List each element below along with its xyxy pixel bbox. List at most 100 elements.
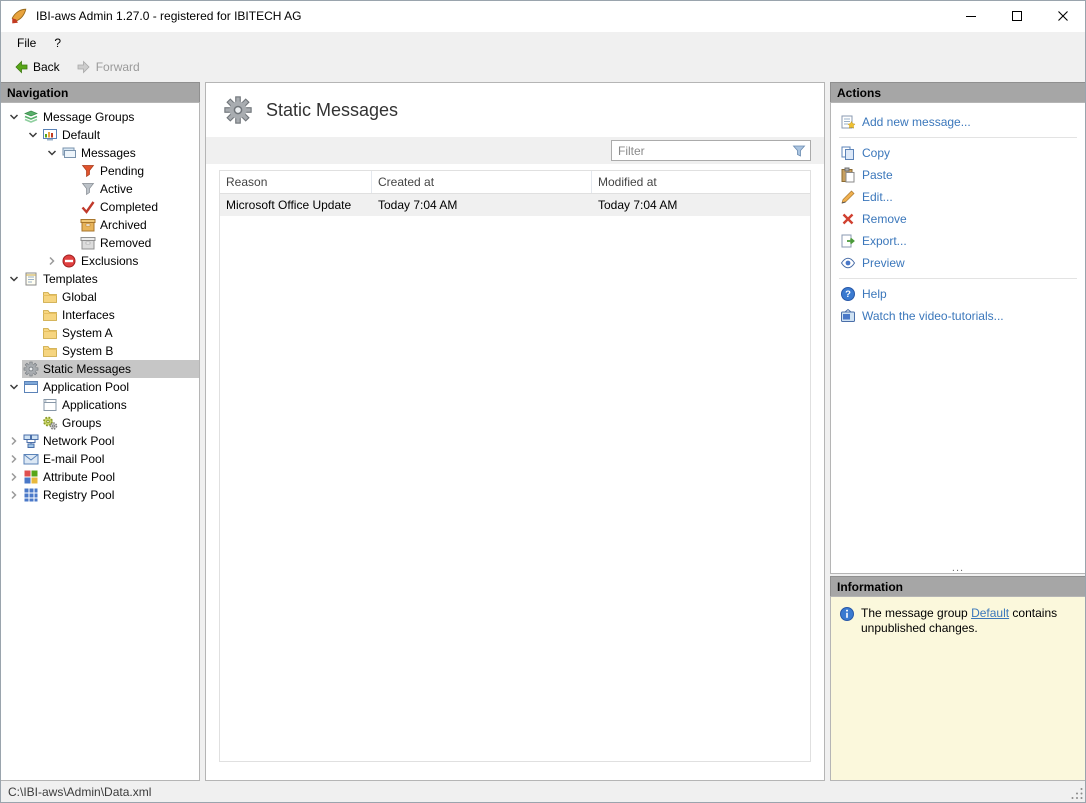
back-button[interactable]: Back xyxy=(8,57,65,77)
chevron-spacer xyxy=(6,361,22,377)
tree-item-templates[interactable]: Templates xyxy=(1,270,199,288)
tree-indent xyxy=(1,351,25,352)
action-help[interactable]: ? Help xyxy=(831,283,1085,305)
back-arrow-icon xyxy=(13,59,29,75)
minimize-button[interactable] xyxy=(948,0,994,32)
action-label[interactable]: Edit... xyxy=(862,190,893,204)
action-export[interactable]: Export... xyxy=(831,230,1085,252)
tree-item-registry-pool[interactable]: Registry Pool xyxy=(1,486,199,504)
chevron-right-icon[interactable] xyxy=(44,253,60,269)
action-edit[interactable]: Edit... xyxy=(831,186,1085,208)
table-row[interactable]: Microsoft Office UpdateToday 7:04 AMToda… xyxy=(220,194,810,216)
chevron-down-icon[interactable] xyxy=(6,379,22,395)
column-header-created-at[interactable]: Created at xyxy=(372,171,592,193)
app-logo-icon xyxy=(10,7,28,25)
information-body: The message group Default contains unpub… xyxy=(830,596,1086,781)
tree-item-label: System A xyxy=(61,326,117,340)
maximize-button[interactable] xyxy=(994,0,1040,32)
chevron-right-icon[interactable] xyxy=(6,487,22,503)
chevron-right-icon[interactable] xyxy=(6,451,22,467)
action-preview[interactable]: Preview xyxy=(831,252,1085,274)
main-panel: Static Messages ReasonCreated atModified… xyxy=(205,82,825,781)
removed-icon xyxy=(80,235,96,251)
chevron-right-icon[interactable] xyxy=(6,433,22,449)
chevron-right-icon[interactable] xyxy=(6,469,22,485)
tree-item-active[interactable]: Active xyxy=(1,180,199,198)
actions-list: Add new message... Copy Paste Edit... Remove… xyxy=(830,102,1086,574)
tree-item-default[interactable]: Default xyxy=(1,126,199,144)
tree-item-label: E-mail Pool xyxy=(42,452,108,466)
tree-indent xyxy=(1,423,25,424)
tree-item-label: Global xyxy=(61,290,101,304)
chevron-down-icon[interactable] xyxy=(6,271,22,287)
action-label[interactable]: Paste xyxy=(862,168,893,182)
tree-item-message-groups[interactable]: Message Groups xyxy=(1,108,199,126)
tree-item-label: Applications xyxy=(61,398,131,412)
tree-item-e-mail-pool[interactable]: E-mail Pool xyxy=(1,450,199,468)
tree-item-global[interactable]: Global xyxy=(1,288,199,306)
message-group-link[interactable]: Default xyxy=(971,606,1009,620)
edit-icon xyxy=(840,189,856,205)
tree-item-application-pool[interactable]: Application Pool xyxy=(1,378,199,396)
navigation-panel: Navigation Message GroupsDefaultMessages… xyxy=(0,82,200,781)
chevron-down-icon[interactable] xyxy=(25,127,41,143)
action-remove[interactable]: Remove xyxy=(831,208,1085,230)
action-add-new-message[interactable]: Add new message... xyxy=(831,111,1085,133)
tree-item-label: Static Messages xyxy=(42,362,135,376)
tree-item-archived[interactable]: Archived xyxy=(1,216,199,234)
action-label[interactable]: Copy xyxy=(862,146,890,160)
close-button[interactable] xyxy=(1040,0,1086,32)
svg-text:?: ? xyxy=(845,289,851,300)
tree-item-removed[interactable]: Removed xyxy=(1,234,199,252)
table-cell: Microsoft Office Update xyxy=(220,194,372,216)
chevron-down-icon[interactable] xyxy=(6,109,22,125)
main-header: Static Messages xyxy=(206,83,824,137)
tree-item-network-pool[interactable]: Network Pool xyxy=(1,432,199,450)
chevron-spacer xyxy=(63,181,79,197)
chevron-down-icon[interactable] xyxy=(44,145,60,161)
tree-item-groups[interactable]: Groups xyxy=(1,414,199,432)
tree-item-static-messages[interactable]: Static Messages xyxy=(1,360,199,378)
information-message: The message group Default contains unpub… xyxy=(861,606,1077,636)
forward-button[interactable]: Forward xyxy=(71,57,145,77)
tree-item-pending[interactable]: Pending xyxy=(1,162,199,180)
action-paste[interactable]: Paste xyxy=(831,164,1085,186)
column-header-modified-at[interactable]: Modified at xyxy=(592,171,810,193)
chevron-spacer xyxy=(63,163,79,179)
column-header-reason[interactable]: Reason xyxy=(220,171,372,193)
preview-icon xyxy=(840,255,856,271)
tree-item-system-a[interactable]: System A xyxy=(1,324,199,342)
filter-funnel-icon[interactable] xyxy=(791,143,807,159)
menu-help[interactable]: ? xyxy=(45,34,70,52)
menu-file[interactable]: File xyxy=(8,34,45,52)
action-watch-the-video-tutorials[interactable]: Watch the video-tutorials... xyxy=(831,305,1085,327)
tree-item-exclusions[interactable]: Exclusions xyxy=(1,252,199,270)
tree-item-messages[interactable]: Messages xyxy=(1,144,199,162)
chevron-spacer xyxy=(63,199,79,215)
action-label[interactable]: Add new message... xyxy=(862,115,971,129)
default-group-icon xyxy=(42,127,58,143)
actions-separator xyxy=(839,137,1077,138)
panel-splitter[interactable]: ... xyxy=(831,563,1085,573)
tree-item-applications[interactable]: Applications xyxy=(1,396,199,414)
remove-icon xyxy=(840,211,856,227)
messages-icon xyxy=(61,145,77,161)
message-groups-icon xyxy=(23,109,39,125)
tree-item-label: Messages xyxy=(80,146,140,160)
tree-item-completed[interactable]: Completed xyxy=(1,198,199,216)
tree-item-system-b[interactable]: System B xyxy=(1,342,199,360)
action-copy[interactable]: Copy xyxy=(831,142,1085,164)
tree-item-interfaces[interactable]: Interfaces xyxy=(1,306,199,324)
action-label[interactable]: Export... xyxy=(862,234,907,248)
tree-item-label: Interfaces xyxy=(61,308,119,322)
action-label[interactable]: Preview xyxy=(862,256,905,270)
information-panel-header: Information xyxy=(830,576,1086,596)
action-label[interactable]: Remove xyxy=(862,212,907,226)
filter-input[interactable] xyxy=(612,144,791,158)
tree-item-attribute-pool[interactable]: Attribute Pool xyxy=(1,468,199,486)
action-label[interactable]: Watch the video-tutorials... xyxy=(862,309,1004,323)
tree-indent xyxy=(1,189,63,190)
resize-grip-icon[interactable] xyxy=(1070,786,1084,800)
action-label[interactable]: Help xyxy=(862,287,887,301)
tree-item-label: Default xyxy=(61,128,104,142)
